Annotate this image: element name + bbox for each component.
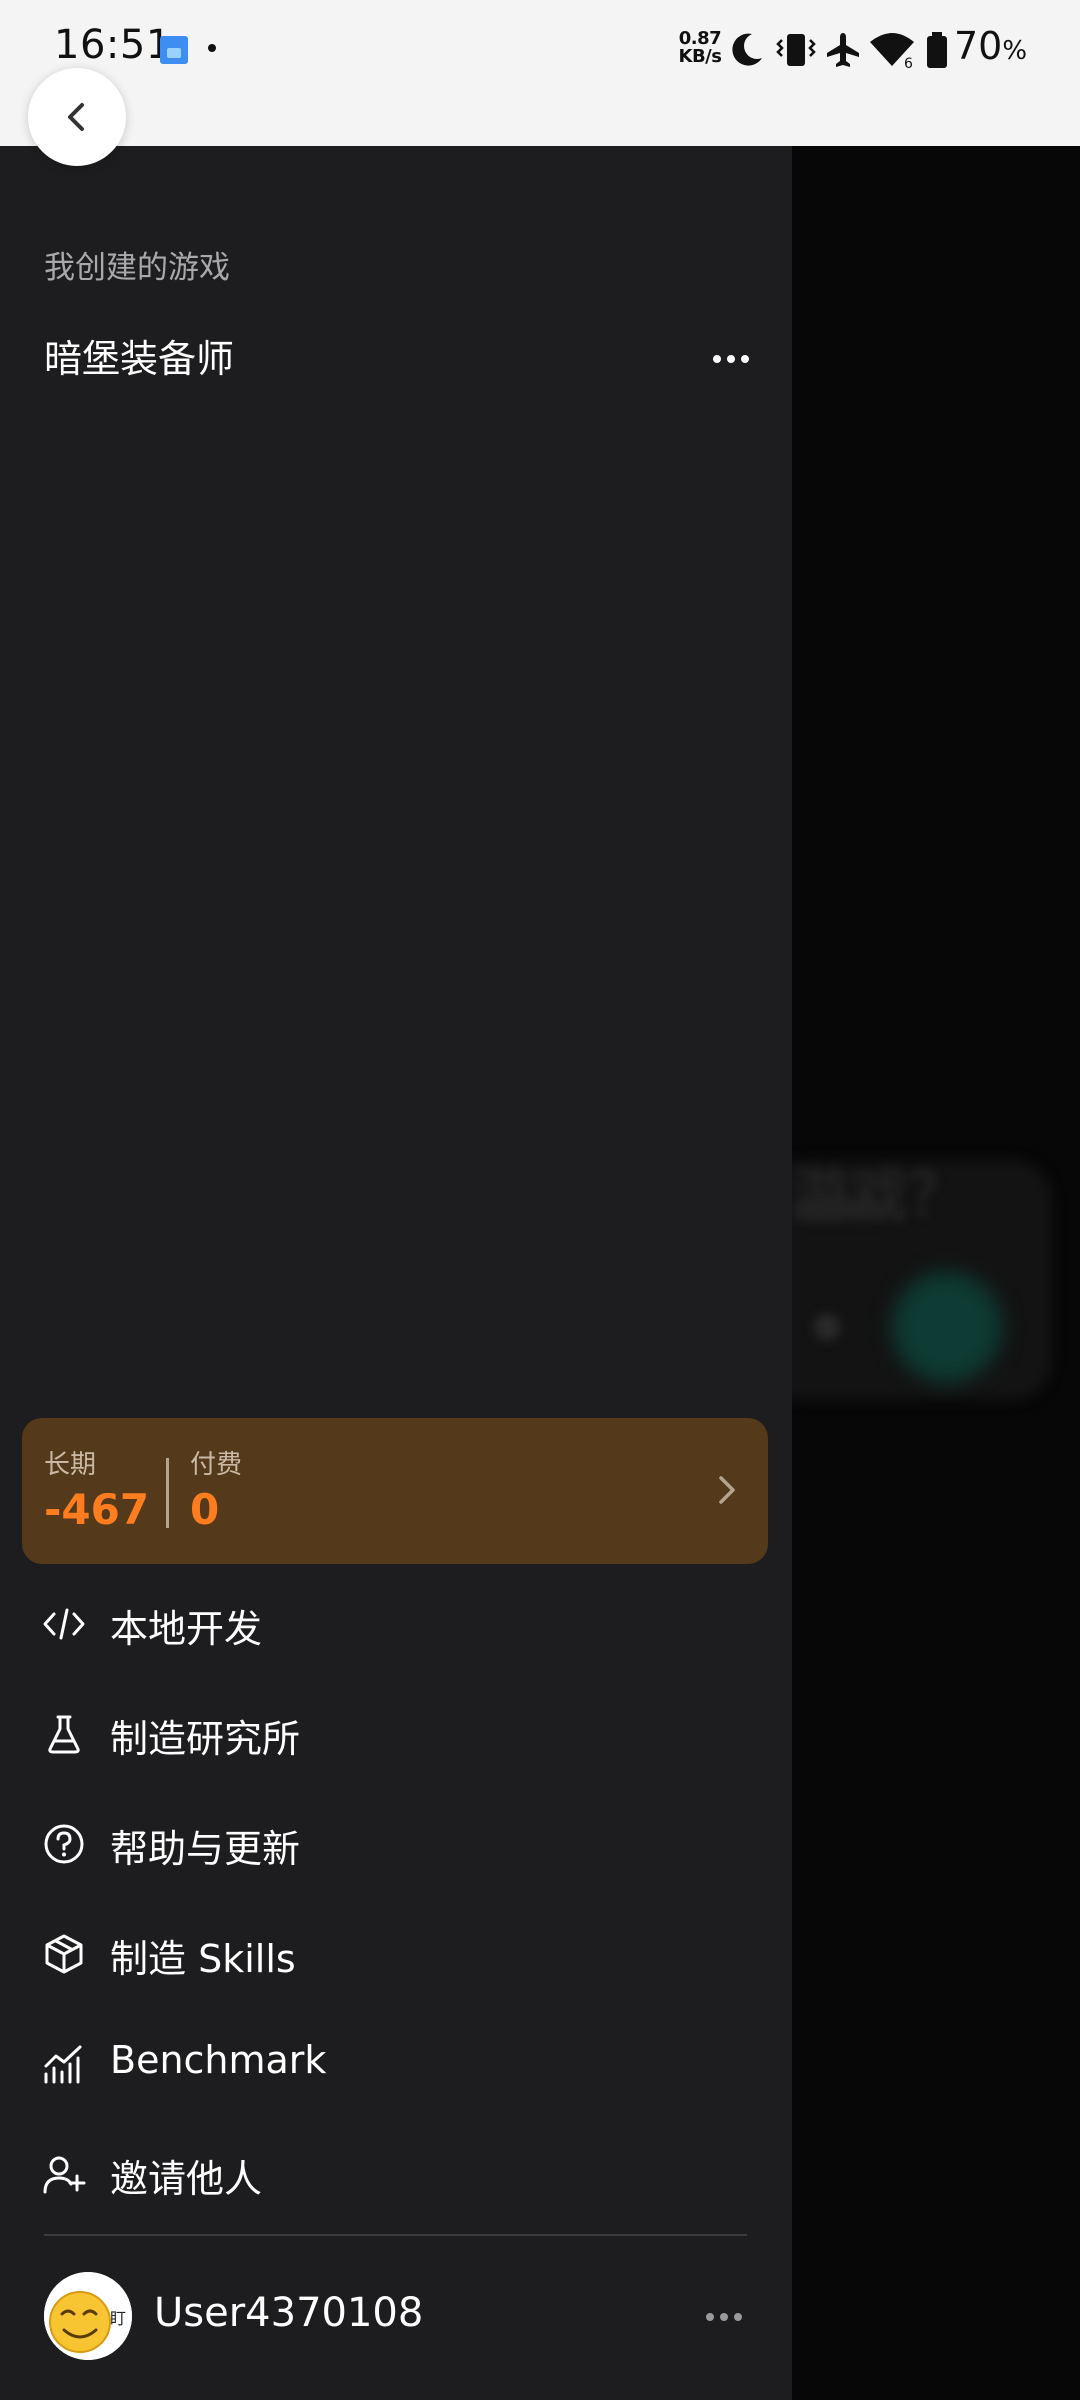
stat-long-label: 长期: [44, 1450, 97, 1480]
battery-unit: %: [1002, 36, 1028, 66]
chart-icon: [44, 2045, 82, 2084]
stats-divider: [166, 1458, 169, 1528]
more-dot-icon: [720, 2313, 728, 2321]
wifi-badge: 6: [904, 56, 913, 70]
menu-label: 本地开发: [110, 1607, 263, 1651]
game-item[interactable]: 暗堡装备师: [0, 314, 792, 404]
more-dot-icon: [706, 2313, 714, 2321]
more-dot-icon: [713, 355, 721, 363]
back-button[interactable]: [28, 68, 126, 166]
menu-divider: [44, 2234, 747, 2236]
more-dot-icon: [741, 355, 749, 363]
battery-icon: [927, 32, 947, 68]
background-content: 游戏？: [792, 146, 1080, 2400]
background-blurred-line: [796, 1198, 886, 1220]
network-speed-unit: KB/s: [678, 46, 722, 67]
chevron-right-icon: [719, 1476, 735, 1504]
wifi-icon: 6: [870, 33, 914, 70]
menu-label: 制造 Skills: [110, 1937, 296, 1981]
box-icon: [45, 1934, 83, 1974]
background-dot: [814, 1314, 840, 1340]
menu-item-skills[interactable]: 制造 Skills: [0, 1904, 792, 2004]
status-time: 16:51: [54, 22, 172, 68]
stat-long-term: 长期 -467: [44, 1444, 149, 1534]
menu-label: 制造研究所: [110, 1717, 301, 1761]
menu-label: 邀请他人: [110, 2157, 263, 2201]
avatar-badge: 盯: [110, 2309, 126, 2328]
section-label-my-games: 我创建的游戏: [44, 250, 230, 286]
menu-item-benchmark[interactable]: Benchmark: [0, 2014, 792, 2114]
more-dot-icon: [734, 2313, 742, 2321]
username: User4370108: [154, 2290, 424, 2336]
game-title: 暗堡装备师: [44, 337, 235, 381]
airplane-icon: [827, 33, 859, 67]
menu-item-invite[interactable]: 邀请他人: [0, 2124, 792, 2224]
user-profile-row[interactable]: 盯 User4370108: [0, 2262, 792, 2372]
battery-value: 70: [954, 24, 1003, 68]
stat-paid-value: 0: [190, 1485, 220, 1534]
side-drawer: 我创建的游戏 暗堡装备师 长期 -467 付费 0 本地开发 制造研究所 帮助与…: [0, 146, 792, 2400]
user-more-button[interactable]: [700, 2294, 748, 2340]
moon-icon: [732, 33, 762, 66]
menu-item-local-dev[interactable]: 本地开发: [0, 1574, 792, 1674]
battery-percent: 70%: [954, 24, 1027, 68]
vibrate-icon: [776, 34, 816, 66]
avatar[interactable]: 盯: [44, 2272, 132, 2360]
app-notification-icon: [160, 36, 188, 64]
background-action-button: [892, 1272, 1002, 1382]
stat-paid: 付费 0: [190, 1444, 242, 1534]
flask-icon: [48, 1715, 80, 1754]
stat-long-value: -467: [44, 1485, 150, 1534]
notification-dot-icon: [208, 44, 216, 52]
menu-item-help[interactable]: 帮助与更新: [0, 1794, 792, 1894]
emoji-avatar-icon: 盯: [44, 2272, 132, 2360]
status-bar: 16:51 0.87 KB/s 6 70%: [0, 0, 1080, 146]
more-dot-icon: [727, 355, 735, 363]
code-icon: [43, 1608, 85, 1640]
stats-card[interactable]: 长期 -467 付费 0: [22, 1418, 768, 1564]
user-plus-icon: [43, 2156, 86, 2194]
menu-item-lab[interactable]: 制造研究所: [0, 1684, 792, 1784]
menu-label: Benchmark: [110, 2038, 327, 2082]
stat-paid-label: 付费: [190, 1450, 243, 1480]
screen: 16:51 0.87 KB/s 6 70% 游戏？ 我创建的游戏 暗堡装备师 长…: [0, 0, 1080, 2400]
help-circle-icon: [44, 1824, 84, 1864]
menu-label: 帮助与更新: [110, 1827, 301, 1871]
game-more-button[interactable]: [708, 336, 754, 382]
chevron-left-icon: [68, 103, 84, 131]
network-speed: 0.87 KB/s: [672, 30, 728, 66]
